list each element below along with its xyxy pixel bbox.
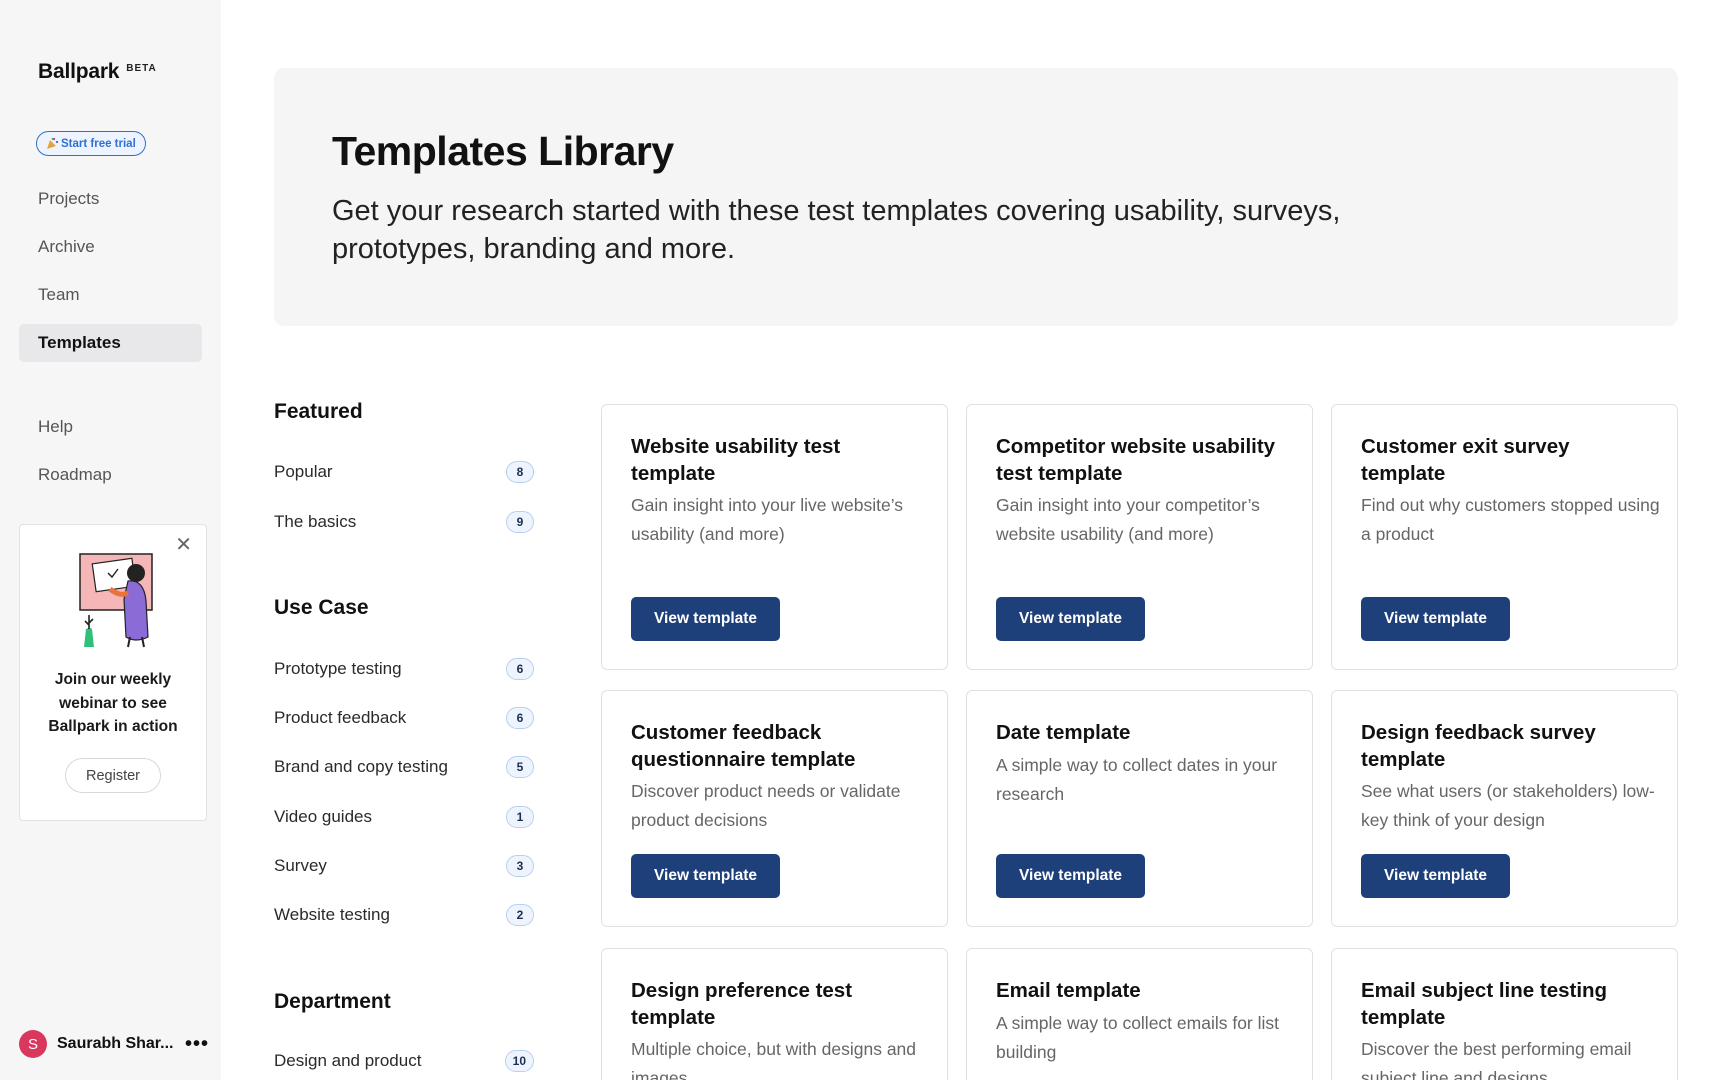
filter-label: Design and product xyxy=(274,1051,422,1070)
nav-item-projects[interactable]: Projects xyxy=(19,180,202,218)
filter-label: Brand and copy testing xyxy=(274,757,448,776)
nav-item-templates[interactable]: Templates xyxy=(19,324,202,362)
count-badge: 9 xyxy=(506,511,534,533)
filter-group-featured: Featured xyxy=(274,400,363,423)
count-badge: 10 xyxy=(504,1050,534,1072)
user-name: Saurabh Shar... xyxy=(57,1035,174,1052)
template-title: Date template xyxy=(996,721,1131,744)
filter-label: Popular xyxy=(274,462,333,481)
template-description: Find out why customers stopped using a p… xyxy=(1361,495,1660,544)
start-free-trial-button[interactable]: Start free trial xyxy=(36,131,146,156)
main-nav: Projects Archive Team Templates xyxy=(19,180,202,372)
webinar-promo-card: ✕ Join our weekly webinar to see Ballpar… xyxy=(19,524,207,821)
filter-item-video-guides[interactable]: Video guides 1 xyxy=(274,802,534,832)
nav-item-team[interactable]: Team xyxy=(19,276,202,314)
filter-label: The basics xyxy=(274,512,357,531)
start-free-trial-label: Start free trial xyxy=(61,137,136,150)
filter-item-popular[interactable]: Popular 8 xyxy=(274,457,534,487)
filter-item-brand-and-copy-testing[interactable]: Brand and copy testing 5 xyxy=(274,752,534,782)
nav-item-archive[interactable]: Archive xyxy=(19,228,202,266)
filter-group-department: Department xyxy=(274,990,391,1013)
count-badge: 2 xyxy=(506,904,534,926)
template-card: Customer feedback questionnaire template… xyxy=(601,690,948,927)
filter-label: Survey xyxy=(274,856,327,875)
filter-item-product-feedback[interactable]: Product feedback 6 xyxy=(274,703,534,733)
close-icon[interactable]: ✕ xyxy=(175,535,192,555)
template-title: Email template xyxy=(996,979,1141,1002)
template-description: A simple way to collect emails for list … xyxy=(996,1013,1280,1062)
template-card: Email template A simple way to collect e… xyxy=(966,948,1313,1080)
template-card: Date template A simple way to collect da… xyxy=(966,690,1313,927)
count-badge: 8 xyxy=(506,461,534,483)
templates-hero: Templates Library Get your research star… xyxy=(274,68,1678,326)
beta-badge: BETA xyxy=(126,63,157,74)
view-template-button[interactable]: View template xyxy=(996,597,1145,641)
filter-label: Product feedback xyxy=(274,708,407,727)
count-badge: 6 xyxy=(506,707,534,729)
template-description: Gain insight into your live website’s us… xyxy=(631,495,904,544)
template-title: Design preference test template xyxy=(631,979,853,1029)
view-template-button[interactable]: View template xyxy=(996,854,1145,898)
filter-group-use-case: Use Case xyxy=(274,596,369,619)
view-template-button[interactable]: View template xyxy=(1361,854,1510,898)
webinar-illustration xyxy=(79,553,153,648)
page-title: Templates Library xyxy=(332,128,674,174)
brand-name: Ballpark xyxy=(38,60,120,83)
brand-logo[interactable]: Ballpark BETA xyxy=(38,60,157,84)
template-card: Design feedback survey template See what… xyxy=(1331,690,1678,927)
template-title: Email subject line testing template xyxy=(1361,979,1608,1029)
template-card: Email subject line testing template Disc… xyxy=(1331,948,1678,1080)
count-badge: 1 xyxy=(506,806,534,828)
filter-label: Website testing xyxy=(274,905,390,924)
register-button[interactable]: Register xyxy=(65,758,161,793)
count-badge: 3 xyxy=(506,855,534,877)
filter-item-website-testing[interactable]: Website testing 2 xyxy=(274,900,534,930)
count-badge: 5 xyxy=(506,756,534,778)
template-title: Design feedback survey template xyxy=(1361,721,1596,771)
more-options-icon[interactable]: ••• xyxy=(185,1033,209,1056)
filter-item-prototype-testing[interactable]: Prototype testing 6 xyxy=(274,654,534,684)
template-title: Customer exit survey template xyxy=(1361,435,1570,485)
view-template-button[interactable]: View template xyxy=(631,597,780,641)
template-title: Customer feedback questionnaire template xyxy=(631,721,856,771)
template-title: Website usability test template xyxy=(631,435,841,485)
nav-item-roadmap[interactable]: Roadmap xyxy=(19,456,202,494)
template-title: Competitor website usability test templa… xyxy=(996,435,1276,485)
avatar: S xyxy=(19,1030,47,1058)
webinar-text: Join our weekly webinar to see Ballpark … xyxy=(48,671,178,735)
user-menu[interactable]: S Saurabh Shar... ••• xyxy=(19,1030,209,1058)
template-description: Discover the best performing email subje… xyxy=(1361,1039,1632,1080)
count-badge: 6 xyxy=(506,658,534,680)
template-card: Design preference test template Multiple… xyxy=(601,948,948,1080)
template-description: Discover product needs or validate produ… xyxy=(631,781,901,830)
filter-label: Prototype testing xyxy=(274,659,402,678)
filter-item-survey[interactable]: Survey 3 xyxy=(274,851,534,881)
template-card: Competitor website usability test templa… xyxy=(966,404,1313,670)
view-template-button[interactable]: View template xyxy=(631,854,780,898)
filter-item-design-and-product[interactable]: Design and product 10 xyxy=(274,1046,534,1076)
template-description: See what users (or stakeholders) low-key… xyxy=(1361,781,1655,830)
sidebar: Ballpark BETA Start free trial Projects … xyxy=(0,0,221,1080)
template-card: Customer exit survey template Find out w… xyxy=(1331,404,1678,670)
template-card: Website usability test template Gain ins… xyxy=(601,404,948,670)
template-description: A simple way to collect dates in your re… xyxy=(996,755,1278,804)
filter-label: Video guides xyxy=(274,807,372,826)
nav-item-help[interactable]: Help xyxy=(19,408,202,446)
filter-item-the-basics[interactable]: The basics 9 xyxy=(274,507,534,537)
page-subtitle: Get your research started with these tes… xyxy=(332,195,1341,265)
template-description: Gain insight into your competitor’s webs… xyxy=(996,495,1260,544)
party-popper-icon xyxy=(47,137,59,149)
template-description: Multiple choice, but with designs and im… xyxy=(631,1039,917,1080)
secondary-nav: Help Roadmap xyxy=(19,408,202,504)
view-template-button[interactable]: View template xyxy=(1361,597,1510,641)
